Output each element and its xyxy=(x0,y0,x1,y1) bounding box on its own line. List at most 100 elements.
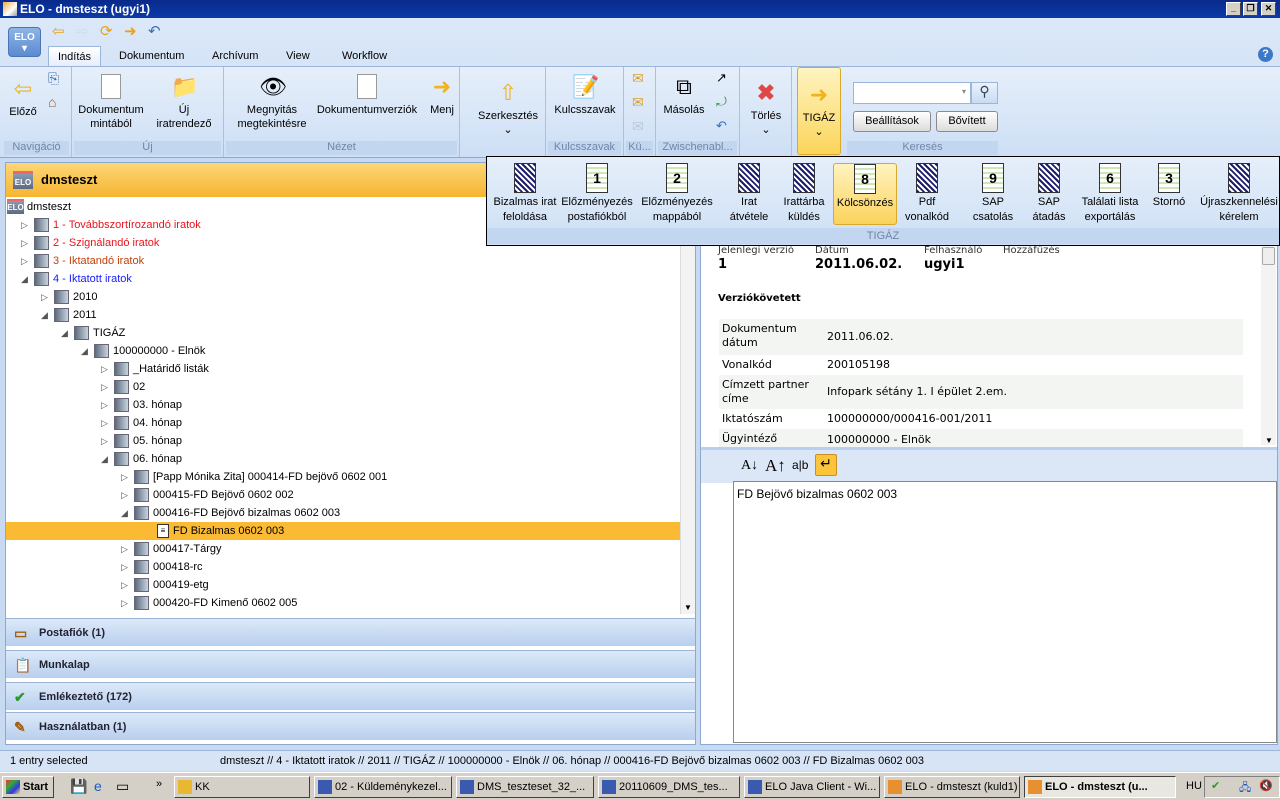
tigaz-menu-item[interactable]: 2 Előzményezés mappából xyxy=(637,163,717,225)
doc-versions-button[interactable]: Dokumentumverziók xyxy=(316,74,418,117)
tree-node[interactable]: ≡ FD Bizalmas 0602 003 xyxy=(6,522,680,540)
tree-scrollbar[interactable]: ▼ xyxy=(680,198,695,614)
font-smaller-button[interactable]: A↓ xyxy=(741,458,758,474)
close-button[interactable]: ✕ xyxy=(1261,2,1276,16)
expanded-toggle-icon[interactable]: ◢ xyxy=(81,342,88,360)
taskbar-item[interactable]: DMS_teszteset_32_... xyxy=(456,776,594,798)
expanded-toggle-icon[interactable]: ◢ xyxy=(41,306,48,324)
tree-node[interactable]: ▷ 3 - Iktatandó iratok xyxy=(6,252,680,270)
tree-node[interactable]: ▷ 000415-FD Bejövő 0602 002 xyxy=(6,486,680,504)
tree-node[interactable]: ▷ 2010 xyxy=(6,288,680,306)
collapsed-toggle-icon[interactable]: ▷ xyxy=(101,360,108,378)
move-icon[interactable]: ⤾ xyxy=(716,94,727,110)
tree-node[interactable]: ▷ _Határidő listák xyxy=(6,360,680,378)
doc-from-template-button[interactable]: Dokumentum mintából xyxy=(76,74,146,131)
mail-icon[interactable]: ✉ xyxy=(632,70,644,87)
prev-button[interactable]: ⇦ Előző xyxy=(4,76,42,119)
tigaz-menu-item[interactable]: Irat átvétele xyxy=(723,163,775,225)
tigaz-menu-item[interactable]: 6 Találati lista exportálás xyxy=(1075,163,1145,225)
tree-node[interactable]: ▷ 04. hónap xyxy=(6,414,680,432)
keywords-button[interactable]: 📝 Kulcsszavak xyxy=(550,74,620,117)
tree-node[interactable]: ▷ [Papp Mónika Zita] 000414-FD bejövő 060… xyxy=(6,468,680,486)
tigaz-menu-item[interactable]: 8 Kölcsönzés xyxy=(833,163,897,225)
collapsed-toggle-icon[interactable]: ▷ xyxy=(101,396,108,414)
taskbar-item[interactable]: 20110609_DMS_tes... xyxy=(598,776,740,798)
refresh-icon[interactable]: ⟳ xyxy=(100,22,113,40)
mail-link-icon[interactable]: ✉ xyxy=(632,94,644,111)
tree-node[interactable]: ▷ 000418-rc xyxy=(6,558,680,576)
tree-node[interactable]: ▷ 000419-etg xyxy=(6,576,680,594)
undo-icon[interactable]: ↶ xyxy=(148,22,161,40)
tree-node[interactable]: ◢ 100000000 - Elnök xyxy=(6,342,680,360)
tab-dokumentum[interactable]: Dokumentum xyxy=(110,46,193,66)
tree-node[interactable]: ◢ 4 - Iktatott iratok xyxy=(6,270,680,288)
accordion-checkmark[interactable]: ✔ Emlékeztető (172) xyxy=(6,682,695,710)
collapsed-toggle-icon[interactable]: ▷ xyxy=(121,576,128,594)
copy-button[interactable]: ⧉ Másolás xyxy=(660,74,708,117)
desktop-icon[interactable]: ▭ xyxy=(116,778,129,795)
search-button[interactable]: ⚲ xyxy=(971,82,998,104)
new-folder-button[interactable]: 📁 Új iratrendező xyxy=(150,74,218,131)
tigaz-button[interactable]: ➜ TIGÁZ ⌄ xyxy=(797,67,841,155)
checkmark-icon[interactable]: ✔ xyxy=(1211,779,1220,792)
tree-node[interactable]: ▷ 000417-Tárgy xyxy=(6,540,680,558)
collapsed-toggle-icon[interactable]: ▷ xyxy=(101,378,108,396)
wrap-text-button[interactable]: a|b xyxy=(792,458,808,472)
help-icon[interactable]: ? xyxy=(1258,47,1273,62)
collapsed-toggle-icon[interactable]: ▷ xyxy=(121,486,128,504)
back-arrow-icon[interactable]: ⇦ xyxy=(52,22,65,40)
accordion-pencil[interactable]: ✎ Használatban (1) xyxy=(6,712,695,740)
taskbar-item[interactable]: ELO Java Client - Wi... xyxy=(744,776,880,798)
field-value[interactable]: 2011.06.02. xyxy=(827,330,893,343)
home-icon[interactable]: ⌂ xyxy=(48,94,56,110)
tree-node[interactable]: ▷ 05. hónap xyxy=(6,432,680,450)
start-button[interactable]: Start xyxy=(2,776,54,798)
dropdown-arrow-icon[interactable]: ▾ xyxy=(962,87,966,96)
edit-button[interactable]: ⇧ Szerkesztés ⌄ xyxy=(472,80,544,137)
tigaz-menu-item[interactable]: Pdf vonalkód xyxy=(897,163,957,225)
expanded-toggle-icon[interactable]: ◢ xyxy=(101,450,108,468)
search-input[interactable]: ▾ xyxy=(853,82,971,104)
taskbar-item[interactable]: ELO - dmsteszt (kuld1) xyxy=(884,776,1020,798)
collapsed-toggle-icon[interactable]: ▷ xyxy=(101,432,108,450)
ie-icon[interactable]: e xyxy=(94,778,102,794)
expanded-toggle-icon[interactable]: ◢ xyxy=(121,504,128,522)
collapsed-toggle-icon[interactable]: ▷ xyxy=(121,468,128,486)
network-icon[interactable]: 🖧 xyxy=(1239,779,1251,798)
tree-node[interactable]: ◢ 000416-FD Bejövő bizalmas 0602 003 xyxy=(6,504,680,522)
tree-node[interactable]: ▷ 000420-FD Kimenő 0602 005 xyxy=(6,594,680,612)
goto-icon[interactable]: ➜ xyxy=(124,22,137,40)
delete-button[interactable]: ✖ Törlés ⌄ xyxy=(744,80,788,137)
field-value[interactable]: 100000000 - Elnök xyxy=(827,433,931,446)
minimize-button[interactable]: _ xyxy=(1226,2,1241,16)
collapsed-toggle-icon[interactable]: ▷ xyxy=(21,216,28,234)
tigaz-menu-item[interactable]: SAP átadás xyxy=(1025,163,1073,225)
shortcut-icon[interactable]: ↗ xyxy=(716,70,727,86)
more-icon[interactable]: » xyxy=(156,778,162,790)
collapsed-toggle-icon[interactable]: ▷ xyxy=(121,594,128,612)
taskbar-item[interactable]: KK xyxy=(174,776,310,798)
expanded-toggle-icon[interactable]: ◢ xyxy=(21,270,28,288)
maximize-button[interactable]: ❐ xyxy=(1243,2,1258,16)
accordion-inbox[interactable]: ▭ Postafiók (1) xyxy=(6,618,695,646)
tigaz-menu-item[interactable]: Bizalmas irat feloldása xyxy=(489,163,561,225)
tigaz-menu-item[interactable]: 3 Stornó xyxy=(1145,163,1193,225)
go-button[interactable]: ➜ Menj xyxy=(424,74,460,117)
collapsed-toggle-icon[interactable]: ▷ xyxy=(41,288,48,306)
tree-node[interactable]: ▷ 03. hónap xyxy=(6,396,680,414)
tree-node[interactable]: ◢ 06. hónap xyxy=(6,450,680,468)
tab-workflow[interactable]: Workflow xyxy=(333,46,396,66)
forward-arrow-icon[interactable]: ⇨ xyxy=(76,22,89,40)
preview-scrollbar[interactable]: ▼ xyxy=(1261,245,1276,445)
import-icon[interactable]: ⎘ xyxy=(48,70,59,87)
taskbar-item[interactable]: 02 - Küldeménykezel... xyxy=(314,776,452,798)
tree-node[interactable]: ◢ 2011 xyxy=(6,306,680,324)
collapsed-toggle-icon[interactable]: ▷ xyxy=(21,234,28,252)
language-indicator[interactable]: HU xyxy=(1186,780,1202,792)
tab-view[interactable]: View xyxy=(277,46,319,66)
collapsed-toggle-icon[interactable]: ▷ xyxy=(101,414,108,432)
tigaz-menu-item[interactable]: 9 SAP csatolás xyxy=(967,163,1019,225)
volume-muted-icon[interactable]: 🔇 xyxy=(1259,779,1273,792)
field-value[interactable]: 200105198 xyxy=(827,358,890,371)
tree-node[interactable]: ◢ TIGÁZ xyxy=(6,324,680,342)
